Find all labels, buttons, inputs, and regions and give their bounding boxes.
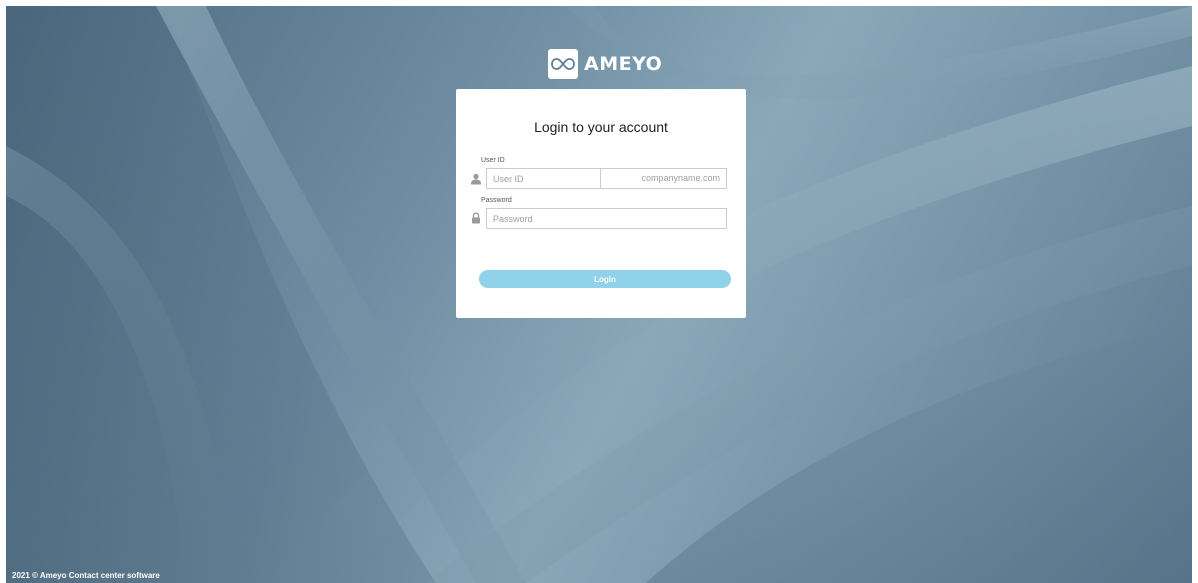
footer-copyright: 2021 © Ameyo Contact center software <box>12 571 160 580</box>
password-input[interactable] <box>486 208 727 229</box>
brand-logo: AMEYO <box>548 49 662 79</box>
lock-icon <box>470 211 482 224</box>
login-title: Login to your account <box>534 119 668 135</box>
user-id-input[interactable] <box>486 168 601 189</box>
brand-name: AMEYO <box>584 53 663 75</box>
login-button[interactable]: Login <box>479 270 731 288</box>
infinity-icon <box>548 49 578 79</box>
login-page: AMEYO Login to your account User ID comp… <box>6 6 1192 583</box>
password-label: Password <box>481 197 512 204</box>
domain-suffix: companyname.com <box>600 168 727 189</box>
user-icon <box>470 172 482 185</box>
user-id-label: User ID <box>481 157 505 164</box>
login-card: Login to your account User ID companynam… <box>456 89 746 318</box>
